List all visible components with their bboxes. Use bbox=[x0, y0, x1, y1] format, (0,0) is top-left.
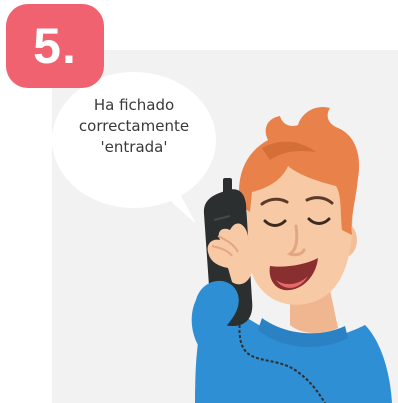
step-number: 5. bbox=[33, 18, 77, 74]
step-card: 5. Ha fichado correctamente 'entrada' bbox=[0, 0, 398, 403]
speech-bubble-text: Ha fichado correctamente 'entrada' bbox=[72, 95, 196, 158]
bubble-line: 'entrada' bbox=[100, 138, 168, 156]
bubble-line: correctamente bbox=[78, 117, 190, 135]
step-badge: 5. bbox=[6, 4, 104, 88]
bubble-line: Ha fichado bbox=[93, 96, 175, 114]
